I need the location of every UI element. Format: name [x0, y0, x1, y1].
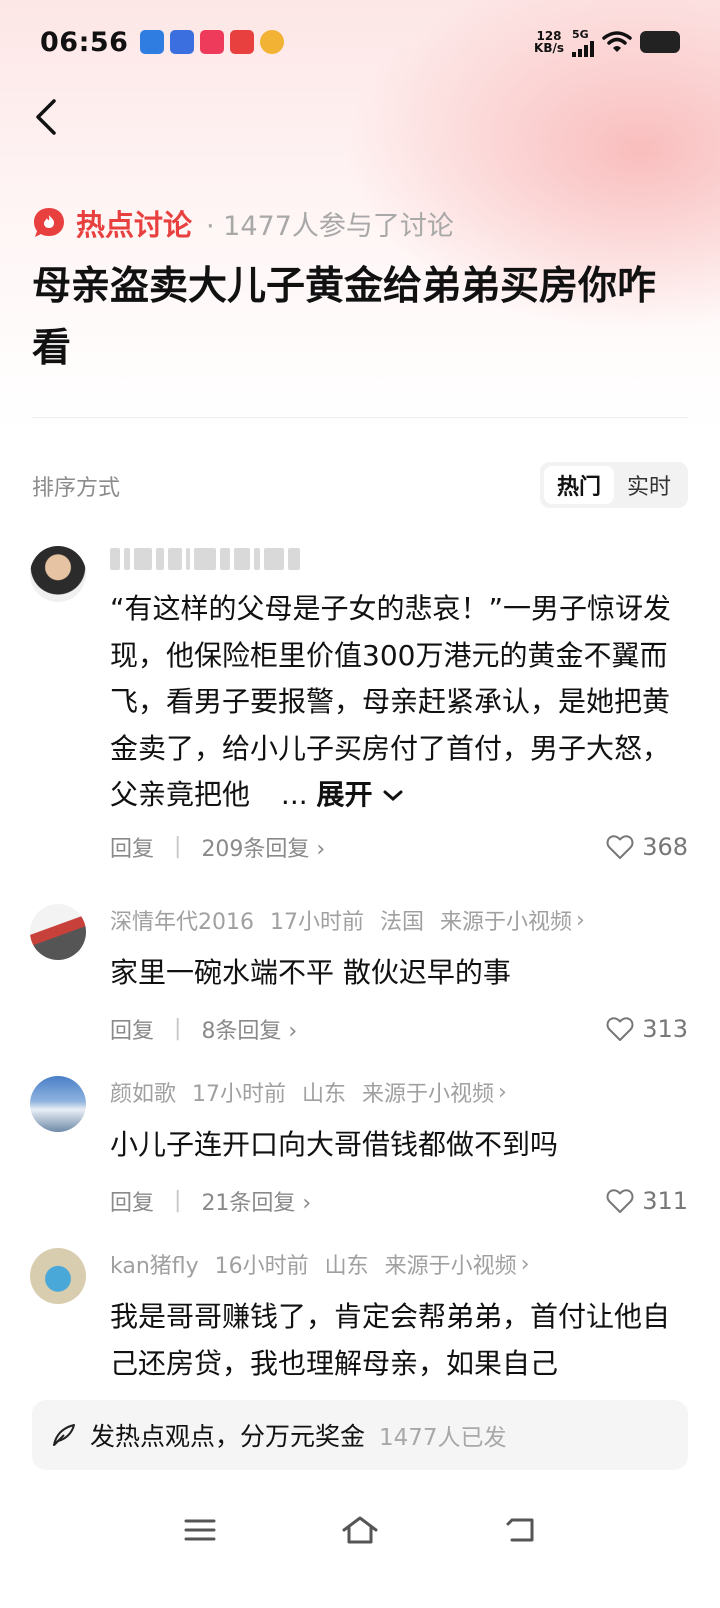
- username[interactable]: kan猪fly: [110, 1248, 199, 1280]
- wifi-icon: [602, 31, 632, 52]
- comment-item: 深情年代2016 17小时前 法国 来源于小视频 › 家里一碗水端不平 散伙迟早…: [30, 904, 688, 1044]
- reply-button[interactable]: 回复: [110, 831, 154, 863]
- menu-icon[interactable]: [180, 1510, 220, 1550]
- source-label: 来源于小视频: [440, 910, 573, 935]
- comment-location: 山东: [324, 1254, 369, 1279]
- comment-location: 法国: [380, 910, 425, 935]
- comment-text: 家里一碗水端不平 散伙迟早的事: [110, 956, 511, 989]
- participant-count: · 1477人参与了讨论: [206, 210, 454, 242]
- source-label: 来源于小视频: [362, 1082, 495, 1107]
- app-notification-icon: [200, 30, 225, 54]
- view-replies-link[interactable]: 21条回复 ›: [201, 1185, 311, 1217]
- expand-button[interactable]: 展开: [317, 778, 405, 811]
- network-type: 5G: [572, 27, 589, 41]
- chevron-down-icon: [383, 790, 403, 801]
- avatar[interactable]: [30, 1248, 86, 1304]
- separator: |: [174, 1016, 182, 1041]
- back-nav-icon[interactable]: [500, 1510, 540, 1550]
- comment-time: 16小时前: [214, 1254, 309, 1279]
- expand-label: 展开: [316, 778, 373, 811]
- post-prompt: 发热点观点，分万元奖金: [90, 1422, 366, 1451]
- app-notification-icon: [140, 30, 165, 54]
- comment-actions: 回复 | 8条回复 › 313: [110, 1009, 688, 1049]
- like-count: 368: [642, 832, 688, 861]
- page-title: 母亲盗卖大儿子黄金给弟弟买房你咋看: [32, 264, 657, 371]
- comment-item: “有这样的父母是子女的悲哀！”一男子惊讶发现，他保险柜里价值300万港元的黄金不…: [30, 546, 688, 876]
- comment-item: kan猪fly 16小时前 山东 来源于小视频 › 我是哥哥赚钱了，肯定会帮弟弟…: [30, 1248, 688, 1388]
- sort-label: 排序方式: [32, 476, 121, 501]
- source-label: 来源于小视频: [384, 1254, 517, 1279]
- pen-icon: [53, 1424, 75, 1446]
- signal-icon: 5G: [572, 28, 594, 57]
- comment-time: 17小时前: [270, 910, 364, 935]
- comment-meta: 颜如歌 17小时前 山东 来源于小视频 ›: [110, 1076, 688, 1108]
- status-time: 06:56: [40, 26, 129, 58]
- replies-count: 21条回复: [201, 1190, 296, 1216]
- comment-time: 17小时前: [192, 1082, 287, 1107]
- avatar[interactable]: [30, 1076, 86, 1132]
- hot-label: 热点讨论: [76, 208, 193, 242]
- battery-icon: [640, 31, 680, 53]
- notification-icons: [140, 30, 285, 54]
- comment-location: 山东: [302, 1082, 347, 1107]
- net-speed-unit: KB/s: [534, 41, 564, 55]
- like-button[interactable]: 311: [606, 1187, 688, 1215]
- source-link[interactable]: 来源于小视频 ›: [440, 904, 585, 936]
- reply-button[interactable]: 回复: [110, 1013, 154, 1045]
- post-opinion-bar[interactable]: 发热点观点，分万元奖金 1477人已发: [32, 1400, 688, 1470]
- back-button[interactable]: [28, 95, 68, 139]
- comment-text: “有这样的父母是子女的悲哀！”一男子惊讶发现，他保险柜里价值300万港元的黄金不…: [110, 586, 688, 819]
- source-link[interactable]: 来源于小视频 ›: [362, 1076, 507, 1108]
- heart-icon: [606, 834, 634, 859]
- system-nav-bar: [0, 1500, 720, 1560]
- post-count: 1477人已发: [379, 1425, 507, 1451]
- reply-button[interactable]: 回复: [110, 1185, 154, 1217]
- replies-count: 8条回复: [201, 1018, 282, 1044]
- comment-text: 我是哥哥赚钱了，肯定会帮弟弟，首付让他自己还房贷，我也理解母亲，如果自己: [110, 1300, 671, 1380]
- like-button[interactable]: 368: [606, 833, 688, 861]
- net-speed: 128 KB/s: [534, 30, 564, 54]
- status-bar: 06:56 128 KB/s 5G: [40, 22, 680, 62]
- avatar[interactable]: [30, 904, 86, 960]
- separator: |: [174, 1188, 182, 1213]
- comment-meta: 深情年代2016 17小时前 法国 来源于小视频 ›: [110, 904, 688, 936]
- app-notification-icon: [170, 30, 195, 54]
- comment-item: 颜如歌 17小时前 山东 来源于小视频 › 小儿子连开口向大哥借钱都做不到吗 回…: [30, 1076, 688, 1216]
- view-replies-link[interactable]: 209条回复 ›: [201, 831, 325, 863]
- like-count: 311: [642, 1186, 688, 1215]
- comment-actions: 回复 | 209条回复 › 368: [110, 827, 688, 867]
- comment-meta: kan猪fly 16小时前 山东 来源于小视频 ›: [110, 1248, 688, 1280]
- divider: [32, 417, 688, 418]
- sort-option-hot[interactable]: 热门: [544, 466, 614, 504]
- comment-actions: 回复 | 21条回复 › 311: [110, 1181, 688, 1221]
- source-link[interactable]: 来源于小视频 ›: [385, 1248, 530, 1280]
- home-icon[interactable]: [340, 1510, 380, 1550]
- view-replies-link[interactable]: 8条回复 ›: [201, 1013, 297, 1045]
- like-count: 313: [642, 1014, 688, 1043]
- avatar[interactable]: [30, 546, 86, 602]
- app-notification-icon: [260, 30, 285, 54]
- hot-discussion-header: 热点讨论 · 1477人参与了讨论: [32, 202, 454, 244]
- username-blurred[interactable]: [110, 546, 310, 572]
- ellipsis: ...: [280, 778, 308, 811]
- app-notification-icon: [230, 30, 255, 54]
- heart-icon: [606, 1188, 634, 1213]
- like-button[interactable]: 313: [606, 1015, 688, 1043]
- username[interactable]: 颜如歌: [110, 1076, 176, 1108]
- chat-bubble-icon: [34, 208, 64, 237]
- replies-count: 209条回复: [201, 836, 310, 862]
- heart-icon: [606, 1016, 634, 1041]
- separator: |: [174, 834, 182, 859]
- sort-option-realtime[interactable]: 实时: [614, 466, 684, 504]
- sort-toggle: 热门 实时: [540, 462, 688, 508]
- username[interactable]: 深情年代2016: [110, 904, 254, 936]
- comment-text: 小儿子连开口向大哥借钱都做不到吗: [110, 1128, 559, 1161]
